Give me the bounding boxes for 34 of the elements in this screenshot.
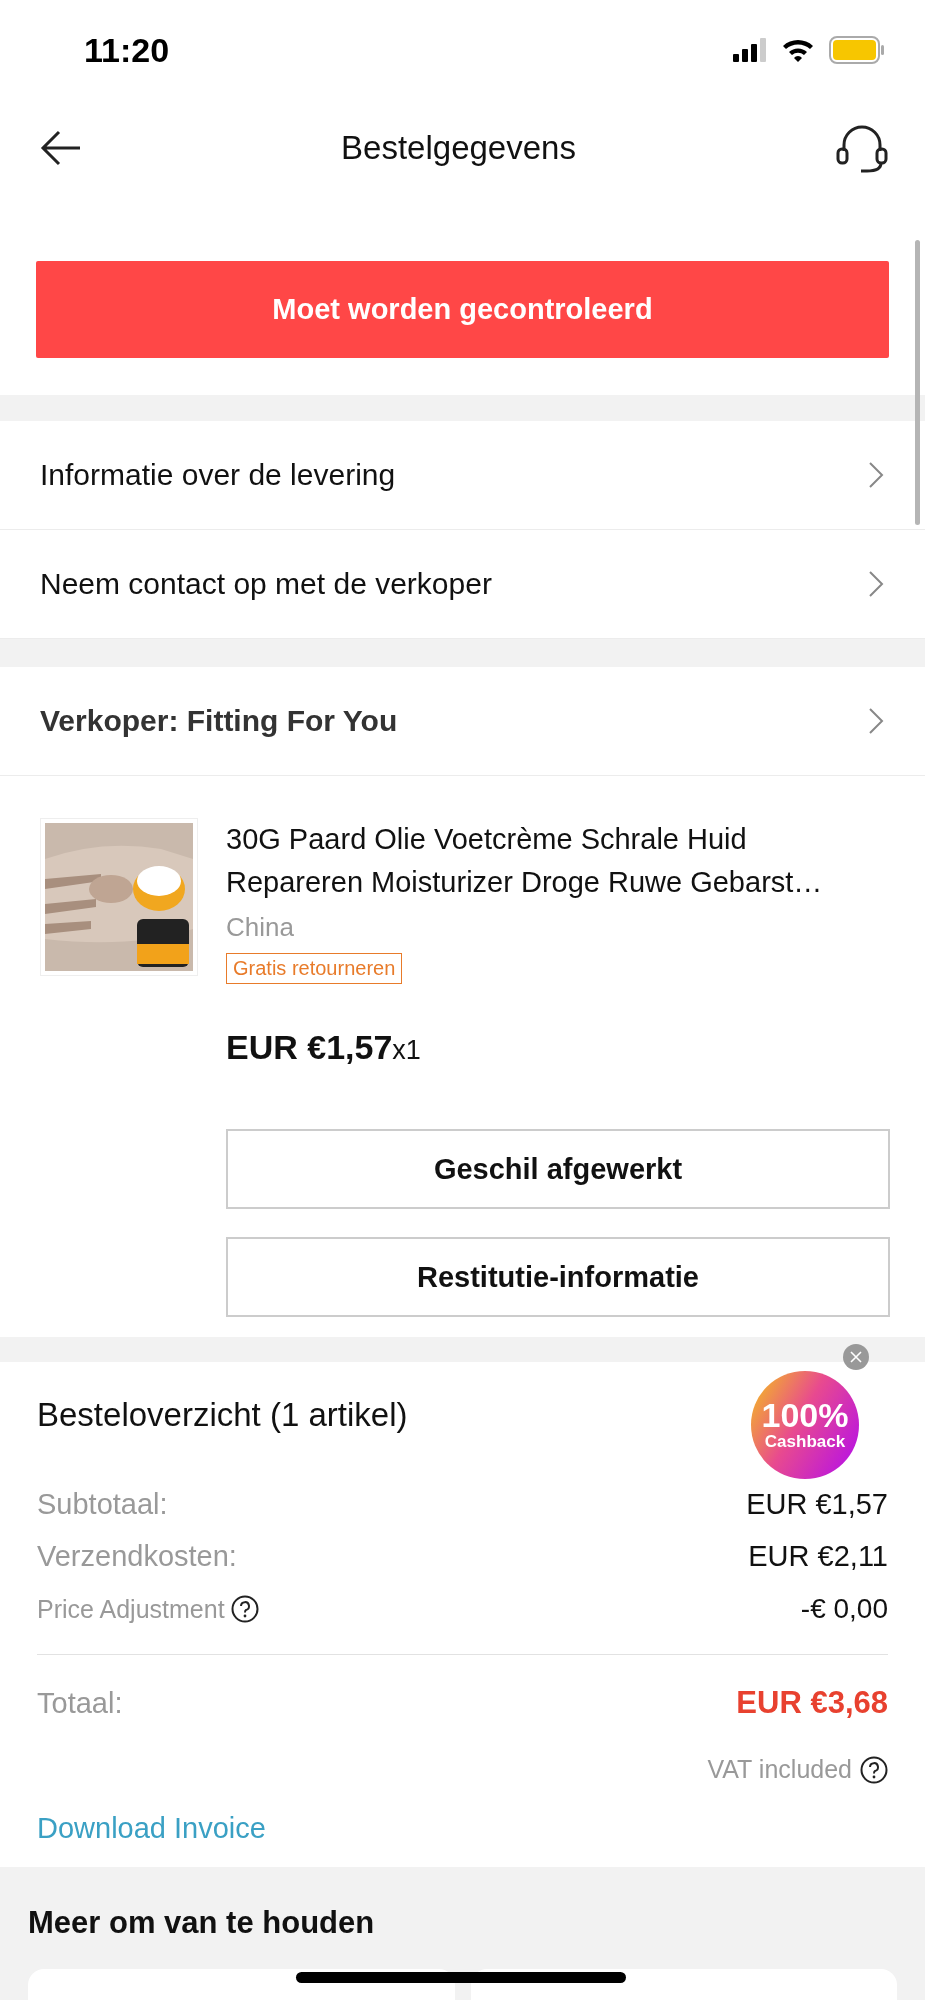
- clock-time: 11:20: [84, 30, 170, 70]
- wifi-icon: [781, 37, 815, 63]
- action-button[interactable]: Geschil afgewerkt: [226, 1129, 890, 1209]
- summary-value: -€ 0,00: [800, 1593, 888, 1625]
- summary-label: Subtotaal:: [37, 1487, 168, 1521]
- chevron-right-icon: [867, 706, 885, 736]
- total-label: Totaal:: [37, 1686, 123, 1720]
- close-button[interactable]: [843, 1344, 869, 1370]
- menu-row[interactable]: Neem contact op met de verkoper: [0, 530, 925, 639]
- seller-row[interactable]: Verkoper: Fitting For You: [0, 667, 925, 776]
- page-title: Bestelgegevens: [341, 129, 576, 167]
- section-title: Meer om van te houden: [28, 1905, 376, 1941]
- help-icon[interactable]: [860, 1755, 888, 1784]
- back-arrow-icon[interactable]: [40, 130, 82, 166]
- summary-value: EUR €1,57: [746, 1487, 888, 1521]
- chevron-right-icon: [867, 460, 885, 490]
- help-icon[interactable]: [230, 1595, 259, 1623]
- action-button[interactable]: Restitutie-informatie: [226, 1237, 890, 1317]
- summary-title: Besteloverzicht (1 artikel): [37, 1396, 408, 1434]
- close-icon: [850, 1351, 862, 1363]
- signal-icon: [733, 38, 767, 62]
- chevron-right-icon: [867, 569, 885, 599]
- cashback-badge[interactable]: 100% Cashback: [751, 1371, 859, 1479]
- product-origin: China: [226, 912, 294, 943]
- vat-note: VAT included: [707, 1755, 852, 1784]
- product-price: EUR €1,57x1: [226, 1028, 421, 1067]
- menu-row[interactable]: Informatie over de levering: [0, 421, 925, 530]
- summary-label: Price Adjustment: [37, 1594, 225, 1624]
- total-value: EUR €3,68: [736, 1685, 888, 1721]
- summary-label: Verzendkosten:: [37, 1539, 237, 1573]
- battery-icon: [829, 36, 885, 64]
- product-title[interactable]: 30G Paard Olie Voetcrème Schrale Huid Repareren Moisturizer Droge Ruwe Gebarst…: [226, 818, 890, 904]
- free-return-tag: Gratis retourneren: [226, 953, 403, 984]
- summary-value: EUR €2,11: [748, 1539, 888, 1573]
